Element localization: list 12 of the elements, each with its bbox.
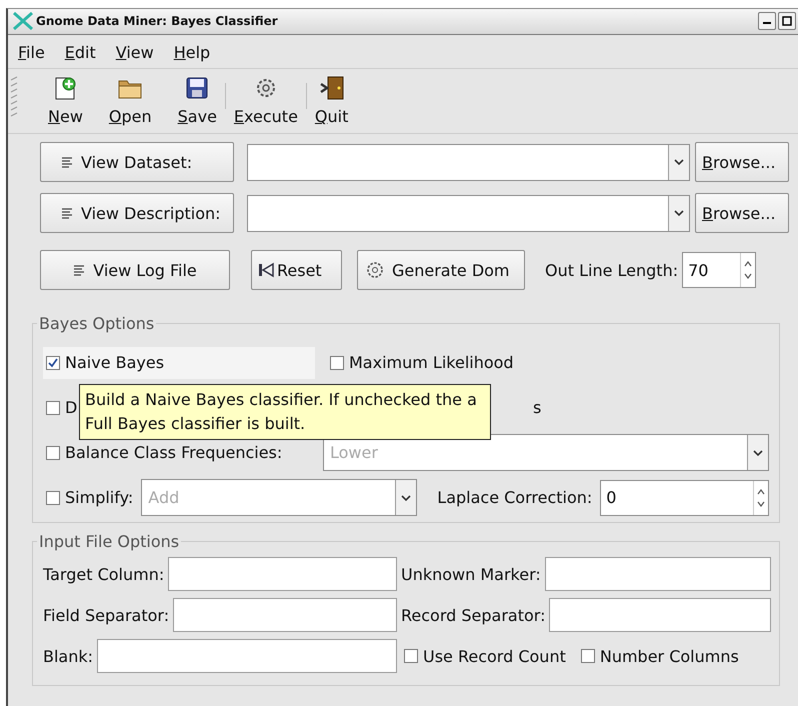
window-title: Gnome Data Miner: Bayes Classifier	[36, 14, 278, 28]
field-label: Target Column:	[43, 564, 164, 584]
label-fragment: s	[533, 398, 542, 417]
field-label: Record Separator:	[401, 606, 546, 624]
field-label: Field Separator:	[43, 606, 170, 624]
tooltip: Build a Naive Bayes classifier. If unchecked the a Full Bayes classifier is built.	[79, 384, 491, 440]
frame-title: Bayes Options	[37, 314, 156, 333]
field-label: Unknown Marker:	[401, 564, 541, 584]
field-label: Laplace Correction:	[437, 488, 592, 507]
field-label: Blank:	[43, 646, 94, 666]
field-label: Out Line Length:	[545, 260, 678, 280]
frame-title: Input File Options	[37, 532, 182, 551]
